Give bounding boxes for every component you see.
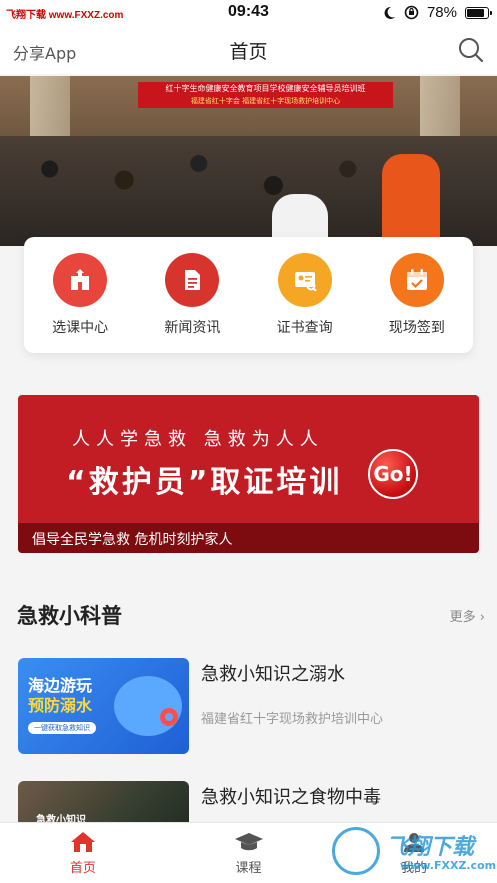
promo-top-line: 人人学急救 急救为人人 bbox=[72, 429, 324, 450]
news-document-icon bbox=[165, 253, 220, 307]
tab-home[interactable]: 首页 bbox=[0, 823, 166, 883]
thumb-line1: 海边游玩 bbox=[28, 676, 93, 695]
page-title: 首页 bbox=[229, 41, 268, 63]
tab-label: 首页 bbox=[69, 861, 96, 876]
battery-percent: 78% bbox=[426, 4, 457, 21]
hero-banner-line1: 红十字生命健康安全教育项目学校健康安全辅导员培训班 bbox=[165, 84, 366, 93]
status-indicators: 78% bbox=[382, 4, 492, 21]
thumb-pill: 一键获取急救知识 bbox=[28, 722, 96, 734]
promo-main-line: “救护员”取证培训 bbox=[66, 465, 343, 500]
quick-label: 现场签到 bbox=[388, 320, 445, 336]
life-ring-icon bbox=[160, 708, 178, 726]
bottom-tab-bar: 首页 课程 我的 bbox=[0, 822, 497, 883]
tab-courses[interactable]: 课程 bbox=[166, 823, 332, 883]
swimmer-illustration bbox=[114, 676, 182, 736]
hero-banner-image[interactable]: 红十字生命健康安全教育项目学校健康安全辅导员培训班 福建省红十字会 福建省红十字… bbox=[0, 76, 497, 246]
tab-label: 课程 bbox=[235, 861, 262, 876]
rotation-lock-icon bbox=[404, 5, 419, 20]
user-icon bbox=[404, 833, 425, 852]
quick-news[interactable]: 新闻资讯 bbox=[136, 237, 248, 353]
quick-actions-card: 选课中心 新闻资讯 证书查询 现场签到 bbox=[24, 237, 473, 353]
article-item[interactable]: 海边游玩 预防溺水 一键获取急救知识 急救小知识之溺水 福建省红十字现场救护培训… bbox=[18, 658, 479, 756]
promo-bottom-strip: 倡导全民学急救 危机时刻护家人 bbox=[18, 523, 479, 553]
article-title: 急救小知识之溺水 bbox=[201, 664, 345, 685]
quick-certificate[interactable]: 证书查询 bbox=[249, 237, 361, 353]
article-source: 福建省红十字现场救护培训中心 bbox=[201, 712, 384, 727]
course-building-icon bbox=[53, 253, 108, 307]
hero-speaker bbox=[382, 154, 440, 246]
search-icon[interactable] bbox=[457, 36, 485, 64]
battery-icon bbox=[465, 6, 492, 19]
quick-label: 证书查询 bbox=[276, 320, 333, 336]
section-more-link[interactable]: 更多 › bbox=[450, 606, 485, 625]
hero-event-banner: 红十字生命健康安全教育项目学校健康安全辅导员培训班 福建省红十字会 福建省红十字… bbox=[138, 82, 393, 108]
calendar-check-icon bbox=[389, 253, 444, 307]
quick-label: 选课中心 bbox=[52, 320, 109, 336]
promo-slogan: 倡导全民学急救 危机时刻护家人 bbox=[32, 532, 233, 548]
quick-course-center[interactable]: 选课中心 bbox=[24, 237, 136, 353]
quick-checkin[interactable]: 现场签到 bbox=[361, 237, 473, 353]
hero-banner-line2: 福建省红十字会 福建省红十字现场救护培训中心 bbox=[190, 97, 341, 105]
tab-profile[interactable]: 我的 bbox=[331, 823, 497, 883]
status-bar: 飞翔下载 www.FXXZ.com 09:43 78% bbox=[0, 0, 497, 26]
article-thumbnail: 海边游玩 预防溺水 一键获取急救知识 bbox=[18, 658, 189, 754]
graduation-cap-icon bbox=[234, 833, 263, 851]
section-title: 急救小科普 bbox=[17, 604, 122, 628]
promo-go-badge: Go! bbox=[368, 449, 418, 499]
home-icon bbox=[70, 832, 95, 852]
promo-banner[interactable]: 人人学急救 急救为人人 “救护员”取证培训 Go! 倡导全民学急救 危机时刻护家… bbox=[18, 395, 479, 553]
nav-bar: 分享App 首页 bbox=[0, 26, 497, 74]
moon-icon bbox=[384, 6, 395, 19]
quick-label: 新闻资讯 bbox=[164, 320, 221, 336]
certificate-search-icon bbox=[277, 253, 332, 307]
article-title: 急救小知识之食物中毒 bbox=[201, 787, 381, 808]
thumb-line2: 预防溺水 bbox=[28, 696, 93, 715]
tab-label: 我的 bbox=[401, 861, 428, 876]
